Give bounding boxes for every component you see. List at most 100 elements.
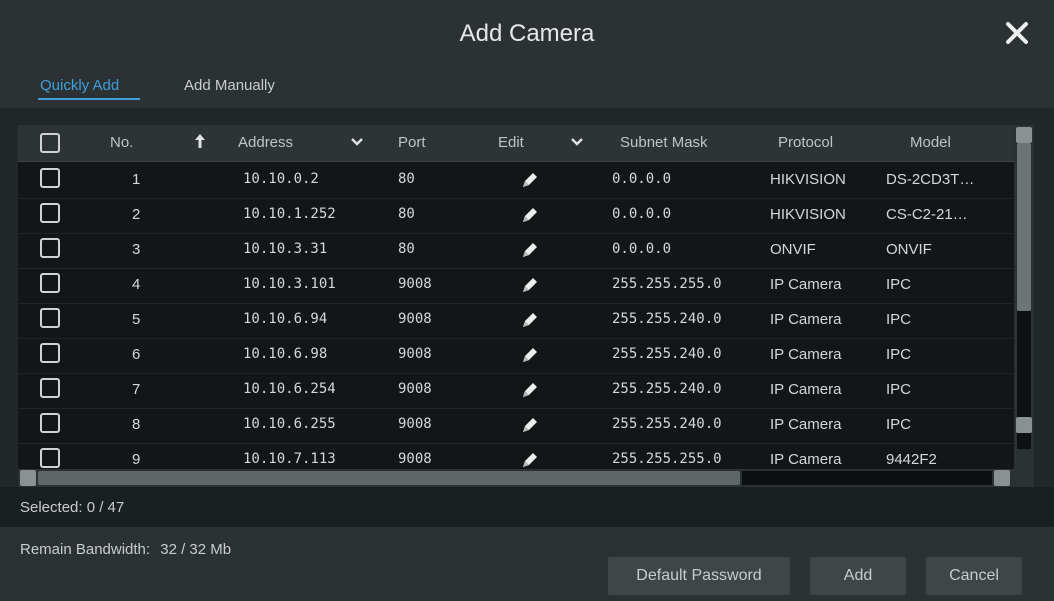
cell-port: 80 [398, 206, 415, 222]
cell-no: 3 [132, 241, 141, 258]
scroll-down-button[interactable] [1016, 417, 1032, 433]
cell-protocol: IP Camera [770, 416, 842, 433]
add-button[interactable]: Add [810, 557, 906, 595]
bandwidth-label: Remain Bandwidth: [20, 541, 151, 558]
row-checkbox[interactable] [40, 413, 60, 433]
cell-no: 9 [132, 451, 141, 468]
row-checkbox[interactable] [40, 273, 60, 293]
table-row[interactable]: 1 10.10.0.2 80 0.0.0.0 HIKVISION DS-2CD3T… [18, 162, 1014, 199]
cell-subnet-mask: 255.255.255.0 [612, 276, 722, 292]
cell-protocol: HIKVISION [770, 206, 846, 223]
cell-subnet-mask: 255.255.240.0 [612, 381, 722, 397]
chevron-down-icon[interactable] [350, 135, 364, 149]
cell-subnet-mask: 0.0.0.0 [612, 241, 672, 257]
cell-model: IPC [886, 416, 912, 433]
cell-port: 9008 [398, 276, 432, 292]
edit-pencil-icon[interactable] [520, 347, 538, 363]
edit-pencil-icon[interactable] [520, 312, 538, 328]
cell-subnet-mask: 0.0.0.0 [612, 206, 672, 222]
edit-pencil-icon[interactable] [520, 277, 538, 293]
table-row[interactable]: 5 10.10.6.94 9008 255.255.240.0 IP Camera IPC [18, 302, 1014, 339]
table-row[interactable]: 4 10.10.3.101 9008 255.255.255.0 IP Camera IP… [18, 267, 1014, 304]
cell-port: 80 [398, 171, 415, 187]
column-header-subnet-mask[interactable]: Subnet Mask [620, 134, 708, 151]
column-header-port[interactable]: Port [398, 134, 426, 151]
scroll-right-button[interactable] [994, 470, 1010, 486]
cell-subnet-mask: 0.0.0.0 [612, 171, 672, 187]
cell-address: 10.10.6.254 [243, 381, 336, 397]
row-checkbox[interactable] [40, 238, 60, 258]
cell-port: 9008 [398, 346, 432, 362]
horizontal-scrollbar[interactable] [18, 469, 1034, 487]
cell-port: 9008 [398, 451, 432, 467]
selected-count: Selected: 0 / 47 [20, 499, 125, 516]
select-all-checkbox[interactable] [40, 133, 60, 153]
row-checkbox[interactable] [40, 168, 60, 188]
active-tab-underline [38, 98, 140, 100]
cell-model: ONVIF [886, 241, 932, 258]
sort-up-arrow-icon[interactable] [194, 133, 206, 149]
scroll-up-button[interactable] [1016, 127, 1032, 143]
row-checkbox[interactable] [40, 378, 60, 398]
column-header-no[interactable]: No. [110, 134, 133, 151]
table-row[interactable]: 3 10.10.3.31 80 0.0.0.0 ONVIF ONVIF [18, 232, 1014, 269]
cell-model: IPC [886, 276, 912, 293]
bandwidth-value: 32 / 32 Mb [160, 541, 232, 558]
cell-address: 10.10.3.31 [243, 241, 328, 257]
cell-address: 10.10.7.113 [243, 451, 336, 467]
cell-no: 2 [132, 206, 141, 223]
cell-address: 10.10.6.94 [243, 311, 328, 327]
horizontal-scroll-thumb[interactable] [38, 471, 740, 485]
dialog-title: Add Camera [459, 20, 595, 47]
vertical-scrollbar[interactable] [1014, 125, 1034, 469]
close-button[interactable] [1000, 16, 1034, 50]
cell-protocol: IP Camera [770, 311, 842, 328]
edit-pencil-icon[interactable] [520, 242, 538, 258]
table-row[interactable]: 7 10.10.6.254 9008 255.255.240.0 IP Camera IP… [18, 372, 1014, 409]
cell-subnet-mask: 255.255.255.0 [612, 451, 722, 467]
horizontal-scroll-track[interactable] [742, 471, 992, 485]
cell-port: 9008 [398, 381, 432, 397]
cell-no: 5 [132, 311, 141, 328]
cell-protocol: IP Camera [770, 346, 842, 363]
cell-no: 8 [132, 416, 141, 433]
cell-subnet-mask: 255.255.240.0 [612, 311, 722, 327]
cell-protocol: HIKVISION [770, 171, 846, 188]
edit-pencil-icon[interactable] [520, 172, 538, 188]
table-header: No. Address Port Edit Subnet Mask Protoc… [18, 125, 1014, 162]
row-checkbox[interactable] [40, 203, 60, 223]
row-checkbox[interactable] [40, 343, 60, 363]
row-checkbox[interactable] [40, 448, 60, 468]
vertical-scroll-thumb[interactable] [1017, 143, 1031, 311]
default-password-button[interactable]: Default Password [608, 557, 790, 595]
edit-pencil-icon[interactable] [520, 382, 538, 398]
column-header-model[interactable]: Model [910, 134, 951, 151]
row-checkbox[interactable] [40, 308, 60, 328]
close-icon [1006, 22, 1028, 44]
edit-pencil-icon[interactable] [520, 417, 538, 433]
title-bar: Add Camera [0, 0, 1054, 68]
tab-add-manually[interactable]: Add Manually [184, 77, 275, 94]
dialog-footer: Remain Bandwidth: 32 / 32 Mb Default Pas… [0, 527, 1054, 601]
add-camera-dialog: Add Camera Quickly Add Add Manually No. … [0, 0, 1054, 601]
cell-address: 10.10.0.2 [243, 171, 319, 187]
table-row[interactable]: 6 10.10.6.98 9008 255.255.240.0 IP Camera IPC [18, 337, 1014, 374]
edit-pencil-icon[interactable] [520, 207, 538, 223]
scroll-left-button[interactable] [20, 470, 36, 486]
cancel-button[interactable]: Cancel [926, 557, 1022, 595]
column-header-edit[interactable]: Edit [498, 134, 524, 151]
table-row[interactable]: 8 10.10.6.255 9008 255.255.240.0 IP Camera IP… [18, 407, 1014, 444]
cell-protocol: ONVIF [770, 241, 816, 258]
cell-no: 4 [132, 276, 141, 293]
chevron-down-icon[interactable] [570, 135, 584, 149]
edit-pencil-icon[interactable] [520, 452, 538, 468]
column-header-protocol[interactable]: Protocol [778, 134, 833, 151]
cell-address: 10.10.3.101 [243, 276, 336, 292]
cell-subnet-mask: 255.255.240.0 [612, 346, 722, 362]
cell-protocol: IP Camera [770, 381, 842, 398]
column-header-address[interactable]: Address [238, 134, 293, 151]
cell-model: IPC [886, 346, 912, 363]
tab-quickly-add[interactable]: Quickly Add [40, 77, 119, 94]
cell-model: 9442F2 [886, 451, 937, 468]
table-row[interactable]: 2 10.10.1.252 80 0.0.0.0 HIKVISION CS-C2-21… [18, 197, 1014, 234]
